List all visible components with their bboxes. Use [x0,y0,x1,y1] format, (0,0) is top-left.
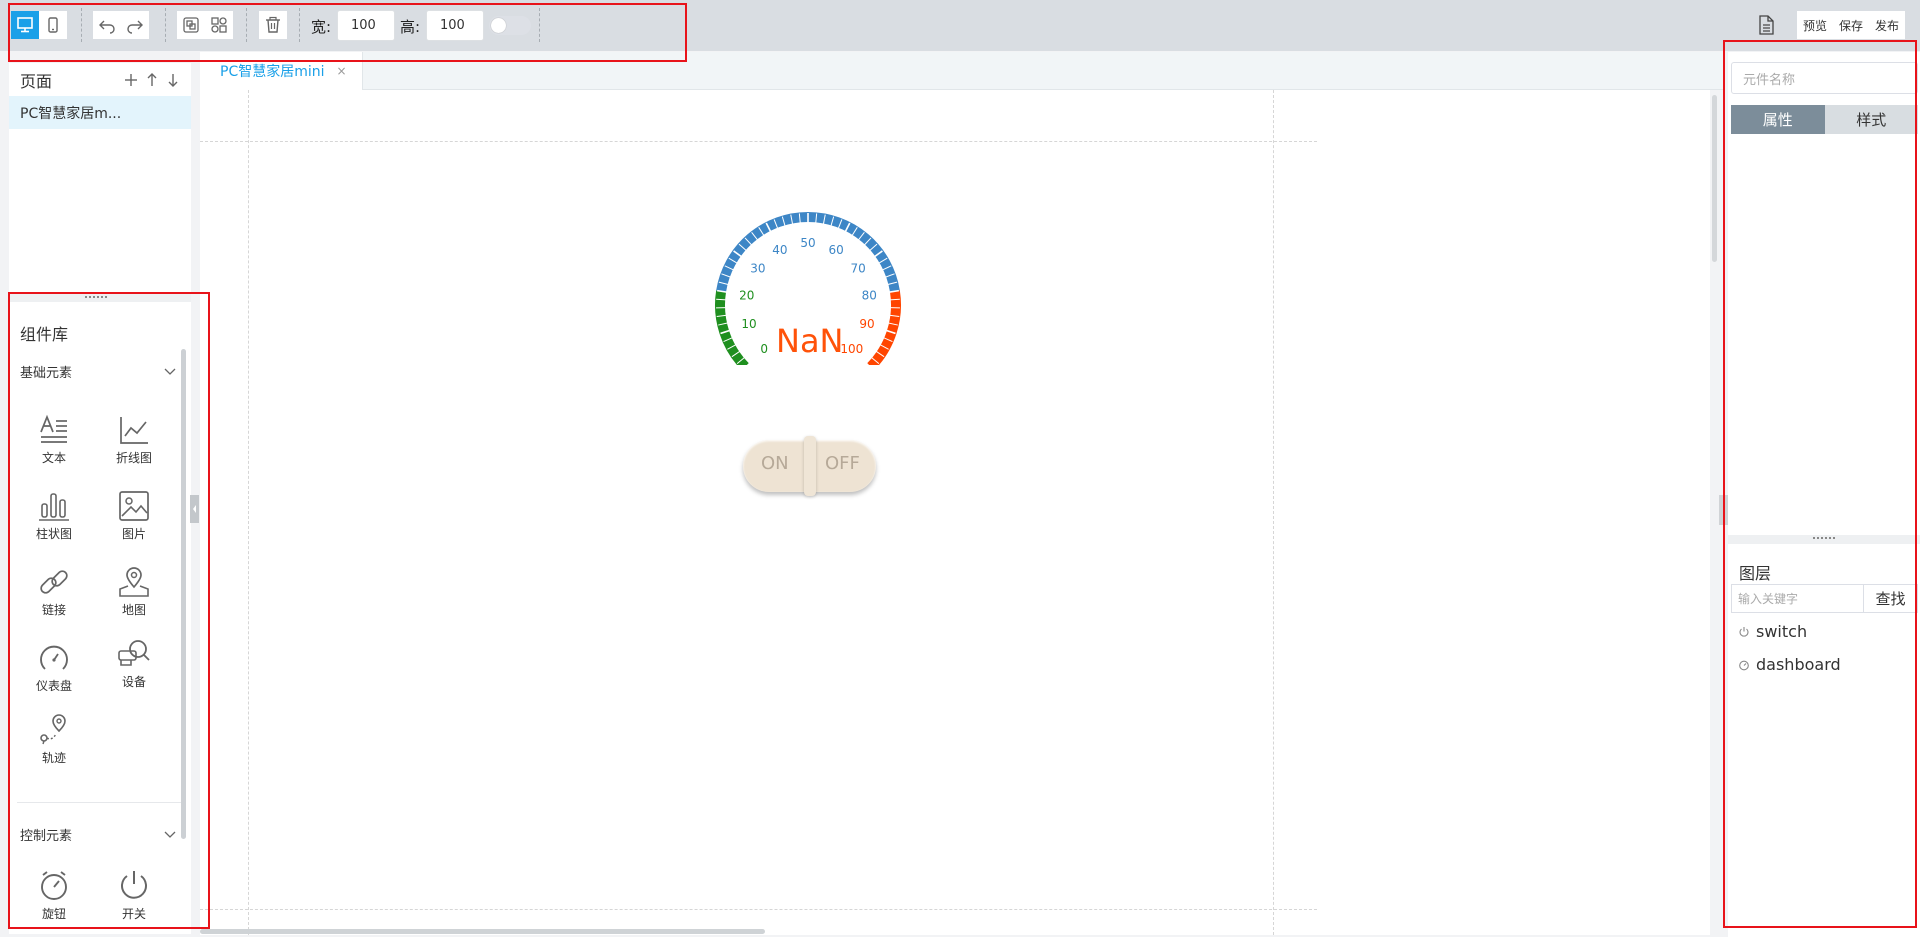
annotation-box [8,3,687,62]
publish-button[interactable]: 发布 [1869,17,1905,34]
gauge-tick [889,298,900,301]
guide-line [200,141,1317,142]
document-icon[interactable] [1757,15,1775,39]
canvas-vscrollbar[interactable] [1712,95,1717,262]
gauge-tick-label: 40 [772,243,787,257]
gauge-tick-label: 90 [859,317,874,331]
top-actions: 预览 保存 发布 [1797,11,1906,39]
gauge-tick-label: 20 [739,288,754,302]
gauge-tick-label: 30 [750,262,765,276]
pages-title: 页面 [20,71,53,91]
add-icon[interactable] [123,72,139,88]
gauge-tick-label: 70 [851,262,866,276]
annotation-box [1723,40,1917,928]
annotation-box [8,292,210,929]
arrow-down-icon[interactable] [165,72,181,88]
save-button[interactable]: 保存 [1833,17,1869,34]
gauge-tick-label: 100 [840,342,863,356]
pages-header: 页面 [9,63,191,96]
page-item[interactable]: PC智慧家居m... [9,96,191,129]
guide-line [1273,90,1274,935]
switch-handle[interactable] [804,436,816,496]
gauge-tick-label: 80 [862,288,877,302]
gauge-tick-label: 50 [800,236,815,250]
gauge-value: NaN [776,322,844,360]
close-icon[interactable]: × [337,64,347,78]
guide-line [200,909,1317,910]
arrow-up-icon[interactable] [144,72,160,88]
switch-on-label: ON [761,453,789,474]
guide-line [248,90,249,935]
canvas-hscrollbar[interactable] [200,929,765,934]
switch-off-label: OFF [825,453,860,474]
preview-button[interactable]: 预览 [1797,17,1833,34]
gauge-tick-label: 10 [741,317,756,331]
on-off-switch[interactable]: ON OFF [743,436,876,496]
design-canvas[interactable]: 0 10 20 30 40 50 60 70 80 90 100 NaN ON OFF [200,90,1710,935]
gauge-tick [716,298,727,301]
gauge-tick-label: 0 [760,342,768,356]
page-ops [123,72,181,88]
tab-label: PC智慧家居mini [220,64,325,80]
gauge-tick-label: 60 [829,243,844,257]
